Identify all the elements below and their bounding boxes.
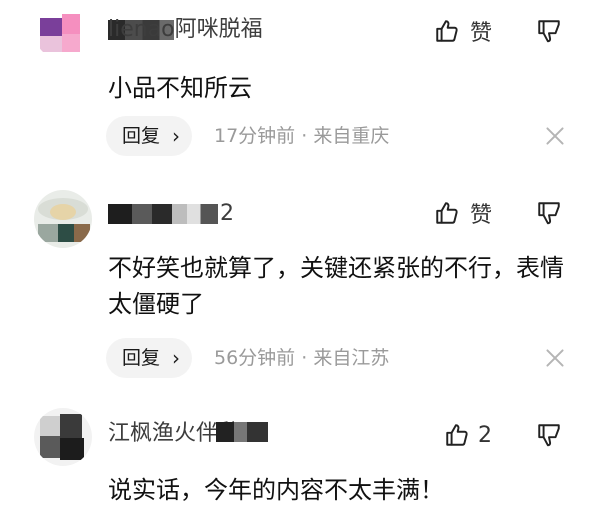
dislike-button[interactable] xyxy=(536,200,562,230)
thumbs-down-icon xyxy=(536,20,562,48)
comment-location: 来自重庆 xyxy=(313,125,390,147)
like-button[interactable]: 赞 xyxy=(434,14,492,48)
chevron-right-icon: › xyxy=(172,346,180,370)
dislike-button[interactable] xyxy=(536,422,562,452)
comment-text: 不好笑也就算了，关键还紧张的不行，表情太僵硬了 xyxy=(108,254,564,318)
like-count: 2 xyxy=(478,422,492,448)
avatar[interactable] xyxy=(34,2,92,60)
avatar[interactable] xyxy=(34,408,92,466)
like-button[interactable]: 赞 xyxy=(434,196,492,230)
thumbs-up-icon xyxy=(444,422,470,448)
avatar[interactable] xyxy=(34,190,92,248)
thumbs-down-icon xyxy=(536,202,562,230)
like-button[interactable]: 2 xyxy=(444,418,492,452)
username[interactable]: 江枫渔火伴愁眠 xyxy=(108,420,268,448)
username[interactable]: 2 xyxy=(108,200,234,228)
like-label: 赞 xyxy=(470,203,493,228)
thumbs-up-icon xyxy=(434,200,460,226)
close-icon[interactable] xyxy=(542,345,568,371)
meta-separator: · xyxy=(301,125,308,147)
username[interactable]: lienao阿咪脱福 xyxy=(108,16,263,44)
comment-meta: 17分钟前 · 来自重庆 xyxy=(214,116,389,156)
comment-item: 2 赞 不好笑也就算了，关键还紧张的不行，表情太僵硬了 回复 › 56分钟前 ·… xyxy=(0,170,600,390)
comment-text: 小品不知所云 xyxy=(108,74,252,102)
comment-text: 说实话，今年的内容不太丰满！ xyxy=(108,476,444,504)
username-mosaic xyxy=(108,204,218,224)
like-label: 赞 xyxy=(470,21,493,46)
thumbs-up-icon xyxy=(434,18,460,44)
comment-item: lienao阿咪脱福 赞 小品不知所云 回复 › 17分钟前 · 来自重庆 xyxy=(0,0,600,170)
comment-time: 17分钟前 xyxy=(214,125,296,147)
username-mosaic xyxy=(216,422,268,442)
chevron-right-icon: › xyxy=(172,124,180,148)
reply-button[interactable]: 回复 › xyxy=(106,116,192,156)
reply-button[interactable]: 回复 › xyxy=(106,338,192,378)
comment-location: 来自江苏 xyxy=(313,347,390,369)
close-icon[interactable] xyxy=(542,123,568,149)
comment-meta: 56分钟前 · 来自江苏 xyxy=(214,338,389,378)
meta-separator: · xyxy=(301,347,308,369)
thumbs-down-icon xyxy=(536,424,562,452)
comment-time: 56分钟前 xyxy=(214,347,296,369)
dislike-button[interactable] xyxy=(536,18,562,48)
comment-item: 江枫渔火伴愁眠 2 说实话，今年的内容不太丰满！ xyxy=(0,390,600,526)
